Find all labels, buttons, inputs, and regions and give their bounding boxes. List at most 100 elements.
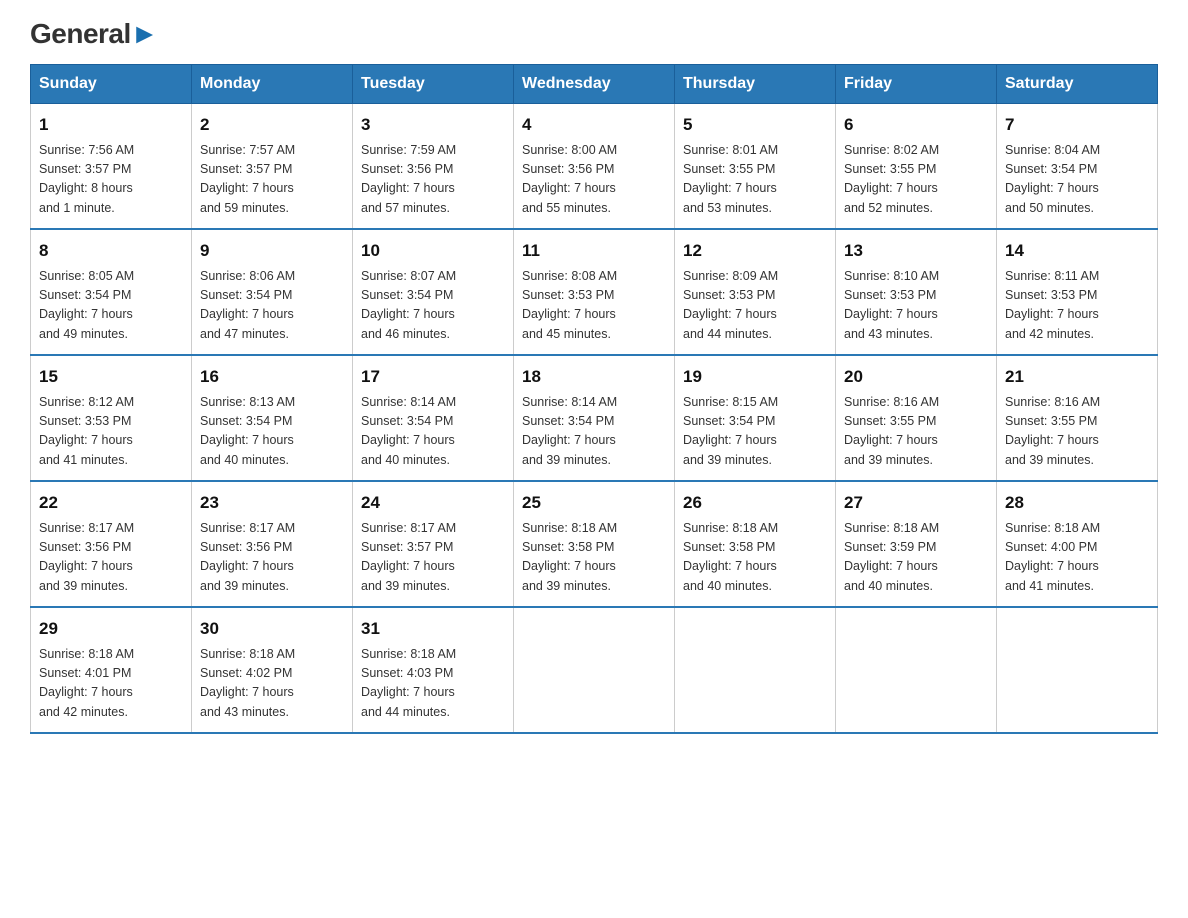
day-info: Sunrise: 8:18 AMSunset: 4:01 PMDaylight:… [39, 645, 183, 723]
calendar-header-row: SundayMondayTuesdayWednesdayThursdayFrid… [31, 65, 1158, 104]
logo-general-text: General► [30, 20, 158, 48]
day-number: 7 [1005, 112, 1149, 138]
day-number: 25 [522, 490, 666, 516]
calendar-cell: 17Sunrise: 8:14 AMSunset: 3:54 PMDayligh… [353, 355, 514, 481]
day-info: Sunrise: 8:18 AMSunset: 3:58 PMDaylight:… [522, 519, 666, 597]
calendar-cell: 14Sunrise: 8:11 AMSunset: 3:53 PMDayligh… [997, 229, 1158, 355]
day-info: Sunrise: 8:01 AMSunset: 3:55 PMDaylight:… [683, 141, 827, 219]
calendar-cell: 26 Sunrise: 8:18 AMSunset: 3:58 PMDayligh… [675, 481, 836, 607]
calendar-cell: 11 Sunrise: 8:08 AMSunset: 3:53 PMDayligh… [514, 229, 675, 355]
calendar-cell: 16Sunrise: 8:13 AMSunset: 3:54 PMDayligh… [192, 355, 353, 481]
day-number: 1 [39, 112, 183, 138]
day-info: Sunrise: 8:17 AMSunset: 3:56 PMDaylight:… [39, 519, 183, 597]
day-number: 3 [361, 112, 505, 138]
day-info: Sunrise: 8:12 AMSunset: 3:53 PMDaylight:… [39, 393, 183, 471]
calendar-week-row: 29 Sunrise: 8:18 AMSunset: 4:01 PMDayligh… [31, 607, 1158, 733]
day-number: 21 [1005, 364, 1149, 390]
day-number: 15 [39, 364, 183, 390]
day-number: 5 [683, 112, 827, 138]
calendar-cell: 18 Sunrise: 8:14 AMSunset: 3:54 PMDayligh… [514, 355, 675, 481]
col-header-wednesday: Wednesday [514, 65, 675, 104]
col-header-friday: Friday [836, 65, 997, 104]
calendar-cell: 22 Sunrise: 8:17 AMSunset: 3:56 PMDayligh… [31, 481, 192, 607]
day-info: Sunrise: 8:07 AMSunset: 3:54 PMDaylight:… [361, 267, 505, 345]
day-info: Sunrise: 8:08 AMSunset: 3:53 PMDaylight:… [522, 267, 666, 345]
calendar-cell: 12 Sunrise: 8:09 AMSunset: 3:53 PMDayligh… [675, 229, 836, 355]
day-number: 24 [361, 490, 505, 516]
calendar-cell: 27Sunrise: 8:18 AMSunset: 3:59 PMDayligh… [836, 481, 997, 607]
day-info: Sunrise: 8:02 AMSunset: 3:55 PMDaylight:… [844, 141, 988, 219]
day-number: 14 [1005, 238, 1149, 264]
day-number: 28 [1005, 490, 1149, 516]
calendar-cell: 9Sunrise: 8:06 AMSunset: 3:54 PMDaylight… [192, 229, 353, 355]
calendar-cell: 21 Sunrise: 8:16 AMSunset: 3:55 PMDayligh… [997, 355, 1158, 481]
day-info: Sunrise: 8:18 AMSunset: 4:02 PMDaylight:… [200, 645, 344, 723]
calendar-cell: 8Sunrise: 8:05 AMSunset: 3:54 PMDaylight… [31, 229, 192, 355]
day-info: Sunrise: 8:18 AMSunset: 3:58 PMDaylight:… [683, 519, 827, 597]
calendar-cell: 23Sunrise: 8:17 AMSunset: 3:56 PMDayligh… [192, 481, 353, 607]
day-number: 16 [200, 364, 344, 390]
calendar-cell [836, 607, 997, 733]
day-info: Sunrise: 7:56 AMSunset: 3:57 PMDaylight:… [39, 141, 183, 219]
day-number: 27 [844, 490, 988, 516]
calendar-cell: 31 Sunrise: 8:18 AMSunset: 4:03 PMDayligh… [353, 607, 514, 733]
day-number: 18 [522, 364, 666, 390]
day-number: 6 [844, 112, 988, 138]
logo-triangle: ► [131, 18, 158, 49]
day-info: Sunrise: 8:09 AMSunset: 3:53 PMDaylight:… [683, 267, 827, 345]
calendar-cell: 20 Sunrise: 8:16 AMSunset: 3:55 PMDayligh… [836, 355, 997, 481]
day-number: 31 [361, 616, 505, 642]
calendar-cell: 13Sunrise: 8:10 AMSunset: 3:53 PMDayligh… [836, 229, 997, 355]
day-number: 17 [361, 364, 505, 390]
day-number: 2 [200, 112, 344, 138]
day-info: Sunrise: 8:18 AMSunset: 4:00 PMDaylight:… [1005, 519, 1149, 597]
col-header-thursday: Thursday [675, 65, 836, 104]
day-number: 4 [522, 112, 666, 138]
calendar-cell: 28 Sunrise: 8:18 AMSunset: 4:00 PMDayligh… [997, 481, 1158, 607]
day-info: Sunrise: 8:17 AMSunset: 3:57 PMDaylight:… [361, 519, 505, 597]
calendar-cell: 29 Sunrise: 8:18 AMSunset: 4:01 PMDayligh… [31, 607, 192, 733]
calendar-cell: 15 Sunrise: 8:12 AMSunset: 3:53 PMDayligh… [31, 355, 192, 481]
day-number: 26 [683, 490, 827, 516]
day-info: Sunrise: 8:00 AMSunset: 3:56 PMDaylight:… [522, 141, 666, 219]
day-info: Sunrise: 8:17 AMSunset: 3:56 PMDaylight:… [200, 519, 344, 597]
day-number: 11 [522, 238, 666, 264]
day-number: 19 [683, 364, 827, 390]
calendar-week-row: 22 Sunrise: 8:17 AMSunset: 3:56 PMDayligh… [31, 481, 1158, 607]
day-info: Sunrise: 7:57 AMSunset: 3:57 PMDaylight:… [200, 141, 344, 219]
day-number: 22 [39, 490, 183, 516]
day-number: 29 [39, 616, 183, 642]
calendar-cell: 6 Sunrise: 8:02 AMSunset: 3:55 PMDaylight… [836, 104, 997, 230]
col-header-sunday: Sunday [31, 65, 192, 104]
day-info: Sunrise: 8:14 AMSunset: 3:54 PMDaylight:… [522, 393, 666, 471]
page-header: General► [30, 20, 1158, 46]
calendar-week-row: 15 Sunrise: 8:12 AMSunset: 3:53 PMDayligh… [31, 355, 1158, 481]
day-number: 20 [844, 364, 988, 390]
logo: General► [30, 20, 158, 46]
day-info: Sunrise: 8:18 AMSunset: 4:03 PMDaylight:… [361, 645, 505, 723]
col-header-tuesday: Tuesday [353, 65, 514, 104]
calendar-cell: 4 Sunrise: 8:00 AMSunset: 3:56 PMDaylight… [514, 104, 675, 230]
day-number: 9 [200, 238, 344, 264]
calendar-cell [675, 607, 836, 733]
day-number: 10 [361, 238, 505, 264]
calendar-cell [514, 607, 675, 733]
day-info: Sunrise: 8:15 AMSunset: 3:54 PMDaylight:… [683, 393, 827, 471]
day-number: 12 [683, 238, 827, 264]
calendar-cell: 24 Sunrise: 8:17 AMSunset: 3:57 PMDayligh… [353, 481, 514, 607]
calendar-cell: 30Sunrise: 8:18 AMSunset: 4:02 PMDayligh… [192, 607, 353, 733]
calendar-cell [997, 607, 1158, 733]
calendar-cell: 25 Sunrise: 8:18 AMSunset: 3:58 PMDayligh… [514, 481, 675, 607]
calendar-cell: 1 Sunrise: 7:56 AMSunset: 3:57 PMDaylight… [31, 104, 192, 230]
col-header-monday: Monday [192, 65, 353, 104]
day-info: Sunrise: 8:16 AMSunset: 3:55 PMDaylight:… [844, 393, 988, 471]
calendar-cell: 7 Sunrise: 8:04 AMSunset: 3:54 PMDaylight… [997, 104, 1158, 230]
day-info: Sunrise: 8:10 AMSunset: 3:53 PMDaylight:… [844, 267, 988, 345]
day-info: Sunrise: 8:16 AMSunset: 3:55 PMDaylight:… [1005, 393, 1149, 471]
day-info: Sunrise: 7:59 AMSunset: 3:56 PMDaylight:… [361, 141, 505, 219]
calendar-table: SundayMondayTuesdayWednesdayThursdayFrid… [30, 64, 1158, 734]
day-info: Sunrise: 8:04 AMSunset: 3:54 PMDaylight:… [1005, 141, 1149, 219]
calendar-cell: 5 Sunrise: 8:01 AMSunset: 3:55 PMDaylight… [675, 104, 836, 230]
calendar-week-row: 8Sunrise: 8:05 AMSunset: 3:54 PMDaylight… [31, 229, 1158, 355]
calendar-cell: 19 Sunrise: 8:15 AMSunset: 3:54 PMDayligh… [675, 355, 836, 481]
